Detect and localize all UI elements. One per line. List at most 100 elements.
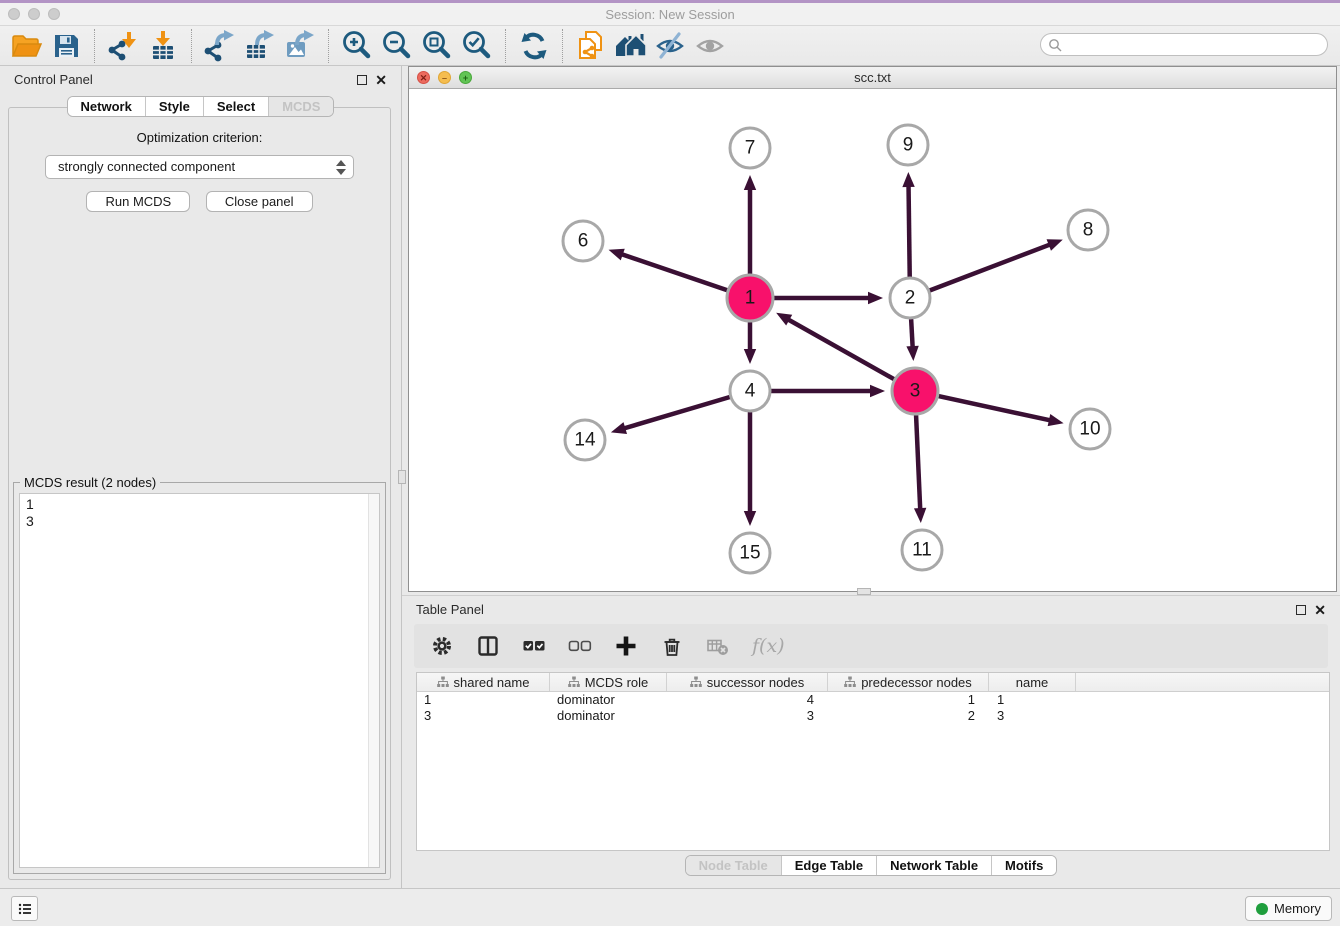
graph-edge-1-7[interactable]: [744, 175, 756, 274]
split-panel-button[interactable]: [476, 634, 500, 658]
zoom-selected-button[interactable]: [457, 28, 497, 64]
netwin-maximize-icon[interactable]: +: [459, 71, 472, 84]
close-panel-button[interactable]: Close panel: [206, 191, 313, 212]
task-history-button[interactable]: [11, 896, 38, 921]
column-header-predecessor-nodes[interactable]: predecessor nodes: [828, 673, 989, 691]
graph-node-14[interactable]: 14: [565, 420, 605, 460]
mcds-result-node: 1: [26, 496, 373, 513]
optimization-criterion-dropdown[interactable]: strongly connected component: [45, 155, 354, 179]
graph-edge-4-3[interactable]: [771, 385, 885, 397]
graph-edge-1-4[interactable]: [744, 322, 756, 364]
netwin-close-icon[interactable]: ✕: [417, 71, 430, 84]
zoom-fit-icon: [420, 29, 454, 63]
export-image-button[interactable]: [280, 28, 320, 64]
export-network-button[interactable]: [200, 28, 240, 64]
table-row[interactable]: 1dominator411: [417, 692, 1329, 708]
graph-node-4[interactable]: 4: [730, 371, 770, 411]
graph-edge-3-11[interactable]: [914, 415, 926, 523]
run-mcds-button[interactable]: Run MCDS: [86, 191, 190, 212]
table-cell[interactable]: 1: [989, 692, 1076, 708]
tab-network-table[interactable]: Network Table: [876, 856, 991, 875]
column-header-name[interactable]: name: [989, 673, 1076, 691]
table-cell[interactable]: 4: [667, 692, 828, 708]
graph-node-label: 8: [1083, 220, 1094, 241]
export-table-button[interactable]: [240, 28, 280, 64]
graph-node-8[interactable]: 8: [1068, 210, 1108, 250]
graph-node-label: 15: [739, 543, 760, 564]
column-header-shared-name[interactable]: shared name: [417, 673, 550, 691]
table-cell[interactable]: dominator: [550, 708, 667, 724]
table-cell[interactable]: 3: [989, 708, 1076, 724]
netwin-minimize-icon[interactable]: –: [438, 71, 451, 84]
tab-select[interactable]: Select: [203, 97, 268, 116]
tab-mcds[interactable]: MCDS: [268, 97, 333, 116]
graph-node-11[interactable]: 11: [902, 530, 942, 570]
splitter-grip-vertical[interactable]: [398, 470, 406, 484]
unselect-all-columns-button[interactable]: [568, 634, 592, 658]
network-canvas[interactable]: 7 9 6 8 1 2 4 3 14 10 15 11: [409, 89, 1336, 591]
graph-node-3[interactable]: 3: [892, 368, 938, 414]
open-session-button[interactable]: [6, 28, 46, 64]
add-column-button[interactable]: [614, 634, 638, 658]
import-table-icon: [146, 29, 180, 63]
graph-node-2[interactable]: 2: [890, 278, 930, 318]
tab-network[interactable]: Network: [68, 97, 145, 116]
optimization-criterion-label: Optimization criterion:: [9, 130, 390, 145]
delete-column-button[interactable]: [660, 634, 684, 658]
zoom-fit-button[interactable]: [417, 28, 457, 64]
toolbar-separator: [505, 29, 506, 63]
graph-edge-2-8[interactable]: [930, 239, 1063, 290]
column-settings-button[interactable]: [430, 634, 454, 658]
table-panel-float-icon[interactable]: [1296, 605, 1306, 615]
home-button[interactable]: [611, 28, 651, 64]
graph-node-15[interactable]: 15: [730, 533, 770, 573]
toolbar-separator: [562, 29, 563, 63]
graph-edge-2-9[interactable]: [902, 172, 914, 277]
graph-node-7[interactable]: 7: [730, 128, 770, 168]
search-box[interactable]: [1040, 33, 1328, 56]
new-network-from-selection-button[interactable]: [571, 28, 611, 64]
refresh-button[interactable]: [514, 28, 554, 64]
column-header-MCDS-role[interactable]: MCDS role: [550, 673, 667, 691]
graph-node-10[interactable]: 10: [1070, 409, 1110, 449]
zoom-in-button[interactable]: [337, 28, 377, 64]
mcds-result-text[interactable]: 13: [19, 493, 380, 868]
graph-edge-3-1[interactable]: [776, 313, 894, 379]
zoom-out-button[interactable]: [377, 28, 417, 64]
control-panel-close-icon[interactable]: ✕: [375, 75, 387, 85]
table-row[interactable]: 3dominator323: [417, 708, 1329, 724]
graph-node-9[interactable]: 9: [888, 125, 928, 165]
table-cell[interactable]: 1: [417, 692, 550, 708]
splitter-grip-horizontal[interactable]: [857, 588, 871, 595]
graph-edge-3-10[interactable]: [938, 396, 1063, 426]
hide-eye-button[interactable]: [651, 28, 691, 64]
column-header-successor-nodes[interactable]: successor nodes: [667, 673, 828, 691]
search-input[interactable]: [1067, 35, 1319, 54]
table-cell[interactable]: 2: [828, 708, 989, 724]
graph-node-6[interactable]: 6: [563, 221, 603, 261]
import-network-button[interactable]: [103, 28, 143, 64]
memory-button[interactable]: Memory: [1245, 896, 1332, 921]
table-panel-close-icon[interactable]: ✕: [1314, 605, 1326, 615]
tab-edge-table[interactable]: Edge Table: [781, 856, 876, 875]
result-scrollbar[interactable]: [368, 494, 379, 867]
network-window-titlebar[interactable]: ✕ – + scc.txt: [409, 67, 1336, 89]
table-cell[interactable]: dominator: [550, 692, 667, 708]
hide-eye-icon: [654, 29, 688, 63]
graph-edge-4-15[interactable]: [744, 412, 756, 526]
save-session-button[interactable]: [46, 28, 86, 64]
graph-edge-1-2[interactable]: [774, 292, 883, 304]
graph-edge-2-3[interactable]: [906, 319, 918, 361]
table-cell[interactable]: 3: [417, 708, 550, 724]
control-panel-float-icon[interactable]: [357, 75, 367, 85]
tab-motifs[interactable]: Motifs: [991, 856, 1056, 875]
graph-edge-4-14[interactable]: [611, 397, 730, 434]
graph-node-1[interactable]: 1: [727, 275, 773, 321]
import-table-button[interactable]: [143, 28, 183, 64]
select-all-columns-button[interactable]: [522, 634, 546, 658]
graph-edge-1-6[interactable]: [609, 249, 728, 291]
table-cell[interactable]: 1: [828, 692, 989, 708]
table-cell[interactable]: 3: [667, 708, 828, 724]
tab-node-table[interactable]: Node Table: [686, 856, 781, 875]
tab-style[interactable]: Style: [145, 97, 203, 116]
